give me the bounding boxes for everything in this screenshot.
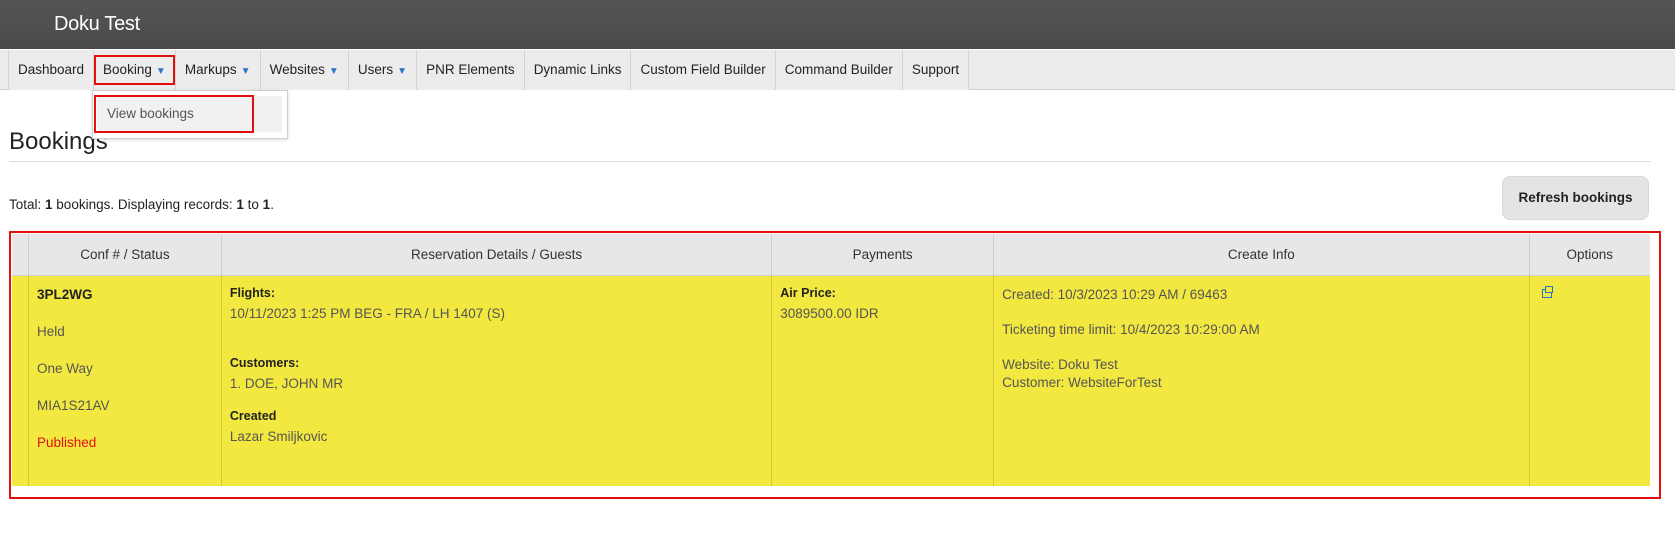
summary-mid: bookings. Displaying records: — [52, 197, 237, 212]
nav-label: Users — [357, 62, 394, 77]
chevron-down-icon: ▼ — [155, 66, 166, 77]
summary-to-word: to — [243, 197, 263, 212]
nav-label: Websites — [269, 62, 325, 77]
header-options: Options — [1529, 234, 1650, 276]
chevron-down-icon: ▼ — [397, 66, 408, 77]
nav-item-pnr-elements[interactable]: PNR Elements — [417, 50, 525, 90]
summary-end: . — [270, 197, 274, 212]
summary-prefix: Total: — [9, 197, 46, 212]
summary-from: 1 — [236, 197, 244, 212]
air-price-value: 3089500.00 IDR — [780, 305, 879, 321]
nav-label: Support — [911, 62, 960, 77]
reservation-details-cell: Flights: 10/11/2023 1:25 PM BEG - FRA / … — [221, 275, 773, 486]
nav-item-dynamic-links[interactable]: Dynamic Links — [524, 50, 632, 90]
booking-status: Held — [37, 323, 65, 339]
customer-name: 1. DOE, JOHN MR — [229, 375, 344, 391]
nav-label: Markups — [184, 62, 237, 77]
chevron-down-icon: ▼ — [328, 66, 339, 77]
nav-label: Dynamic Links — [533, 62, 622, 77]
nav-item-dashboard[interactable]: Dashboard — [9, 50, 95, 90]
row-gutter — [12, 275, 29, 486]
records-summary: Total: 1 bookings. Displaying records: 1… — [9, 197, 274, 212]
created-label: Created — [229, 408, 277, 423]
open-in-new-window-icon[interactable] — [1541, 285, 1553, 298]
nav-item-websites[interactable]: Websites ▼ — [260, 50, 349, 90]
nav-label: Dashboard — [18, 62, 85, 77]
website-info: Website: Doku Test — [1002, 356, 1118, 372]
app-title: Doku Test — [54, 13, 140, 35]
payments-cell: Air Price: 3089500.00 IDR — [771, 275, 995, 486]
booking-dropdown-menu: View bookings — [92, 90, 288, 139]
nav-label: Command Builder — [784, 62, 893, 77]
publish-status: Published — [37, 434, 97, 450]
header-create-info: Create Info — [993, 234, 1530, 276]
top-bar: Doku Test — [0, 0, 1675, 49]
create-info-cell: Created: 10/3/2023 10:29 AM / 69463 Tick… — [993, 275, 1530, 486]
confirmation-code: 3PL2WG — [37, 286, 93, 302]
nav-item-users[interactable]: Users ▼ — [348, 50, 418, 90]
view-bookings-menu-item[interactable]: View bookings — [97, 96, 282, 132]
flights-label: Flights: — [229, 285, 275, 300]
nav-item-booking[interactable]: Booking ▼ — [94, 50, 176, 90]
nav-label: PNR Elements — [426, 62, 515, 77]
bookings-table: Conf # / Status Reservation Details / Gu… — [12, 234, 1650, 486]
nav-label: Booking — [103, 62, 152, 77]
nav-item-support[interactable]: Support — [902, 50, 970, 90]
ticketing-time-limit: Ticketing time limit: 10/4/2023 10:29:00… — [1002, 321, 1260, 337]
header-reservation-details: Reservation Details / Guests — [221, 234, 773, 276]
table-header-row: Conf # / Status Reservation Details / Gu… — [12, 234, 1650, 276]
title-divider — [9, 161, 1651, 162]
air-price-label: Air Price: — [780, 285, 836, 300]
nav-items: Dashboard Booking ▼ Markups ▼ Websites ▼ Us… — [8, 50, 970, 90]
customer-info: Customer: WebsiteForTest — [1002, 374, 1162, 390]
customers-label: Customers: — [229, 355, 300, 370]
nav-item-command-builder[interactable]: Command Builder — [775, 50, 903, 90]
trip-type: One Way — [37, 360, 93, 376]
options-cell — [1529, 275, 1650, 486]
pcc-code: MIA1S21AV — [37, 397, 110, 413]
header-gutter — [12, 234, 29, 276]
main-nav: Dashboard Booking ▼ Markups ▼ Websites ▼ Us… — [0, 50, 1675, 90]
chevron-down-icon: ▼ — [240, 66, 251, 77]
header-conf-status: Conf # / Status — [28, 234, 222, 276]
conf-status-cell: 3PL2WG Held One Way MIA1S21AV Published — [28, 275, 222, 486]
nav-item-custom-field-builder[interactable]: Custom Field Builder — [631, 50, 776, 90]
created-by: Lazar Smiljkovic — [229, 428, 328, 444]
flight-segment: 10/11/2023 1:25 PM BEG - FRA / LH 1407 (… — [229, 305, 506, 321]
created-info: Created: 10/3/2023 10:29 AM / 69463 — [1002, 286, 1228, 302]
summary-total: 1 — [45, 197, 53, 212]
refresh-bookings-button[interactable]: Refresh bookings — [1502, 176, 1649, 220]
table-row[interactable]: 3PL2WG Held One Way MIA1S21AV Published … — [12, 275, 1650, 486]
nav-label: Custom Field Builder — [640, 62, 766, 77]
nav-item-markups[interactable]: Markups ▼ — [175, 50, 261, 90]
header-payments: Payments — [771, 234, 995, 276]
